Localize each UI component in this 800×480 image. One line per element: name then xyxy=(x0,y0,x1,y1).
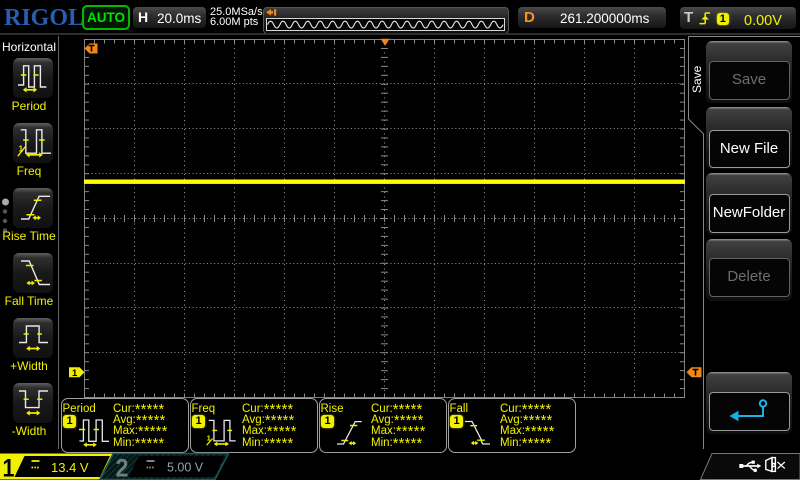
svg-text:1: 1 xyxy=(72,368,78,379)
svg-text:2: 2 xyxy=(116,455,129,480)
svg-text:13.4 V: 13.4 V xyxy=(51,460,89,475)
svg-text:5.00 V: 5.00 V xyxy=(167,461,204,475)
svg-text:1: 1 xyxy=(3,455,15,480)
